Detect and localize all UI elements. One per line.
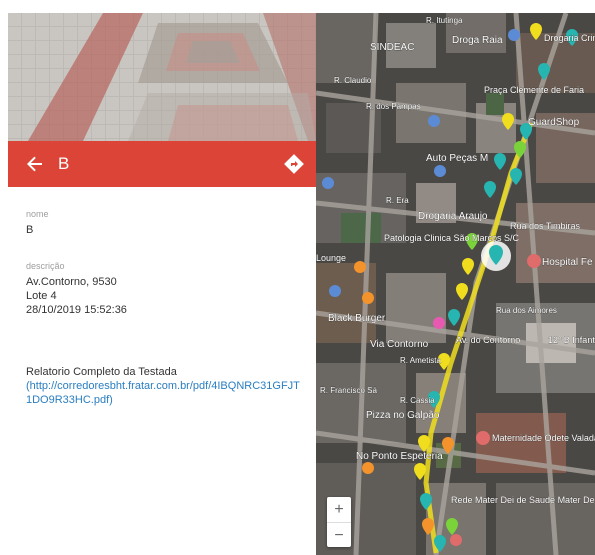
- street-photo: [8, 13, 316, 141]
- directions-button[interactable]: [284, 154, 304, 174]
- lot-line: Lote 4: [26, 290, 57, 302]
- descricao-label: descrição: [26, 261, 65, 271]
- map-label: R. Itutinga: [426, 16, 463, 25]
- map-label: 12º B Infantaria: [548, 335, 595, 345]
- nome-label: nome: [26, 209, 49, 219]
- map-label: No Ponto Espeteria: [356, 451, 443, 462]
- timestamp-line: 28/10/2019 15:52:36: [26, 304, 127, 316]
- address-line: Av.Contorno, 9530: [26, 276, 117, 288]
- map-label: R. Ametista: [400, 356, 441, 365]
- detail-panel: B nome B descrição Av.Contorno, 9530 Lot…: [0, 0, 316, 555]
- map-label: Maternidade Odete Valadares: [492, 433, 595, 443]
- map-label: Rede Mater Dei de Saude Mater Dei Contor…: [451, 495, 595, 505]
- directions-icon: [284, 154, 304, 174]
- map-label: Via Contorno: [370, 339, 429, 350]
- map-label: GuardShop: [528, 117, 580, 128]
- map-label: R. dos Pampas: [366, 102, 421, 111]
- map-label: Pizza no Galpão: [366, 410, 440, 421]
- map-label: R. Francisco Sá: [320, 386, 377, 395]
- map-label: Drogaria Crim's C: [544, 33, 595, 43]
- zoom-in-button[interactable]: +: [327, 497, 351, 523]
- page-title: B: [58, 154, 70, 173]
- map-label: Hospital Fe: [542, 257, 593, 268]
- nome-value: B: [26, 224, 34, 236]
- map-label: Lounge: [316, 253, 346, 263]
- map-label: Black Burger: [328, 313, 386, 324]
- map-label: Auto Peças M: [426, 153, 488, 164]
- detail-header: B: [8, 141, 316, 187]
- map-label: Rua dos Timbiras: [510, 221, 581, 231]
- map-label: Drogaria Araujo: [418, 211, 488, 222]
- map-label: SINDEAC: [370, 42, 414, 53]
- zoom-out-button[interactable]: −: [327, 523, 351, 548]
- map-label: Droga Raia: [452, 35, 503, 46]
- report-text: Relatorio Completo da Testada: [26, 366, 177, 378]
- map-label: Praça Clemente de Faria: [484, 85, 584, 95]
- details: nome B descrição Av.Contorno, 9530 Lote …: [26, 200, 316, 407]
- map-label: R. Era: [386, 196, 409, 205]
- satellite-map: R. Itutinga SINDEAC Droga Raia Drogaria …: [316, 13, 595, 555]
- zoom-control: + −: [327, 497, 351, 547]
- map-label: Patologia Clinica São Marcos S/C: [384, 233, 520, 243]
- map-view[interactable]: R. Itutinga SINDEAC Droga Raia Drogaria …: [316, 13, 595, 555]
- report-link[interactable]: (http://corredoresbht.fratar.com.br/pdf/…: [26, 379, 301, 407]
- map-label: Rua dos Aimores: [496, 306, 557, 315]
- map-label: R. Claudio: [334, 76, 372, 85]
- map-label: Av. do Contorno: [456, 335, 520, 345]
- arrow-left-icon: [27, 156, 42, 172]
- map-label: R. Cassia: [400, 396, 435, 405]
- back-button[interactable]: [20, 141, 50, 187]
